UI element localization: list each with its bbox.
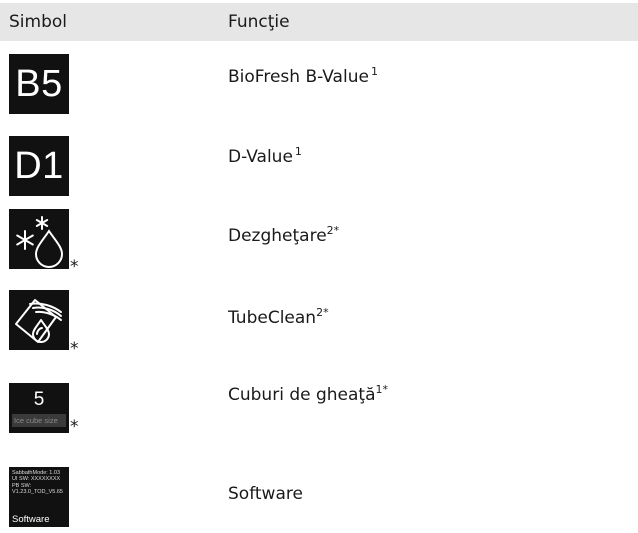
ice-cube-number: 5 [33,389,45,410]
function-text: BioFresh B-Value [228,67,369,87]
optional-marker: * [70,417,79,437]
function-text: D-Value [228,147,293,167]
optional-marker: * [70,339,79,359]
software-screen-icon: SabbathMode: 1.03 UI SW: XXXXXXXX PB SW:… [9,467,69,527]
function-label: BioFresh B-Value 1 [228,62,378,87]
footnote-marker: 1* [375,383,389,396]
b5-symbol-icon: B5 [9,54,69,114]
d1-symbol-icon: D1 [9,136,69,196]
snowflake-drop-icon [9,209,69,269]
function-label: Cuburi de gheaţă1* [228,380,388,405]
function-label: TubeClean2* [228,303,329,328]
footnote-marker: 1 [370,65,378,78]
function-text: Cuburi de gheaţă [228,385,376,405]
function-label: Software [228,479,305,504]
software-info-text: SabbathMode: 1.03 UI SW: XXXXXXXX PB SW:… [12,470,63,495]
function-text: TubeClean [228,308,317,328]
header-symbol: Simbol [9,12,67,32]
ice-cube-size-bar: Ice cube size [12,414,66,427]
table-header: Simbol Funcţie [0,3,638,41]
header-function: Funcţie [228,12,290,32]
ice-cube-display-icon: 5 Ice cube size [9,383,69,433]
footnote-marker: 2* [316,306,329,319]
footnote-marker: 1 [294,145,302,158]
function-text: Software [228,484,303,504]
function-label: Dezgheţare2* [228,221,339,246]
function-text: Dezgheţare [228,226,327,246]
optional-marker: * [70,257,79,277]
footnote-marker: 2* [326,224,340,237]
tube-clean-icon [9,290,69,350]
software-screen-label: Software [12,514,50,525]
function-label: D-Value 1 [228,142,302,167]
